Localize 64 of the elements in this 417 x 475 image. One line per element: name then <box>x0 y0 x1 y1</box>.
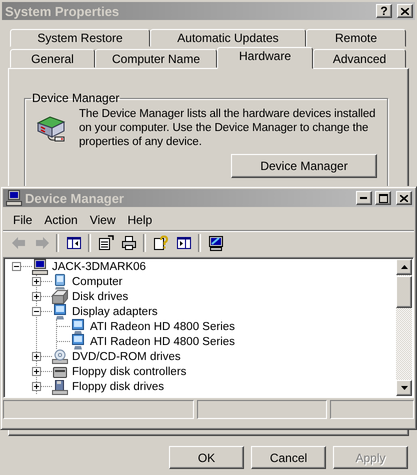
expand-toggle[interactable] <box>32 292 41 301</box>
expand-toggle[interactable] <box>12 262 21 271</box>
menu-item[interactable]: File <box>7 212 38 226</box>
maximize-button[interactable] <box>375 191 391 205</box>
dialog-button[interactable]: OK <box>169 446 244 469</box>
close-icon <box>401 8 409 14</box>
close-button[interactable] <box>396 191 412 205</box>
forward-arrow-icon <box>34 235 50 251</box>
tree-item[interactable]: ATI Radeon HD 4800 Series <box>89 336 236 348</box>
tab[interactable]: Automatic Updates <box>150 29 306 47</box>
properties-icon <box>98 235 114 251</box>
tree-item[interactable]: DVD/CD-ROM drives <box>71 350 182 362</box>
monitor-icon <box>52 304 68 320</box>
down-arrow-icon <box>400 386 408 390</box>
device-manager-button[interactable]: Device Manager <box>231 154 377 178</box>
tree-item[interactable]: Display adapters <box>71 306 159 318</box>
scroll-thumb[interactable] <box>396 276 412 308</box>
close-button[interactable] <box>397 4 413 18</box>
pane-toggle-icon <box>176 235 192 251</box>
computer-icon <box>32 258 48 274</box>
expand-toggle[interactable] <box>32 367 41 376</box>
tree-item[interactable]: Floppy disk drives <box>71 380 166 392</box>
tree-item[interactable]: JACK-3DMARK06 <box>51 260 147 272</box>
minimize-icon <box>360 197 368 199</box>
printer-icon <box>120 235 136 251</box>
floppy-drive-icon <box>52 378 68 394</box>
scroll-down-button[interactable] <box>396 380 412 396</box>
expand-toggle[interactable] <box>32 382 41 391</box>
maximize-icon <box>378 194 388 202</box>
pane-toggle-icon <box>66 235 82 251</box>
monitor-icon <box>70 318 86 334</box>
minimize-button[interactable] <box>356 191 372 205</box>
monitor-icon <box>52 274 68 290</box>
scan-hardware-icon <box>208 235 224 251</box>
computer-icon <box>6 190 22 206</box>
window-title: System Properties <box>5 4 120 18</box>
scroll-up-button[interactable] <box>396 259 412 275</box>
back-arrow-icon <box>10 235 26 251</box>
tab[interactable]: System Restore <box>10 29 150 47</box>
help-icon <box>152 235 168 251</box>
close-icon <box>400 194 408 202</box>
expand-toggle[interactable] <box>32 277 41 286</box>
tab[interactable]: Advanced <box>313 49 406 68</box>
menu-item[interactable]: Action <box>38 212 84 226</box>
expand-toggle[interactable] <box>32 307 41 316</box>
expand-toggle[interactable] <box>32 352 41 361</box>
tree-item[interactable]: Computer <box>71 276 124 288</box>
help-button[interactable]: ? <box>376 4 392 18</box>
description-text: The Device Manager lists all the hardware devices installed on your computer. Use the Device Manager to change the properties of any device. <box>79 107 376 149</box>
tab[interactable]: Remote <box>306 29 406 47</box>
up-arrow-icon <box>400 265 408 269</box>
tree-item[interactable]: Disk drives <box>71 290 130 302</box>
menu-item[interactable]: View <box>84 212 122 226</box>
monitor-icon <box>70 334 86 350</box>
tab[interactable]: General <box>10 49 95 68</box>
tree-item[interactable]: ATI Radeon HD 4800 Series <box>89 320 236 332</box>
tab[interactable]: Hardware <box>217 47 313 69</box>
tab[interactable]: Computer Name <box>95 49 217 68</box>
window-title: Device Manager <box>25 190 125 206</box>
dialog-button[interactable]: Cancel <box>251 446 326 469</box>
group-title: Device Manager <box>31 91 120 105</box>
disc-icon <box>52 348 68 364</box>
menu-item[interactable]: Help <box>122 212 158 226</box>
tree-item[interactable]: Floppy disk controllers <box>71 366 188 378</box>
